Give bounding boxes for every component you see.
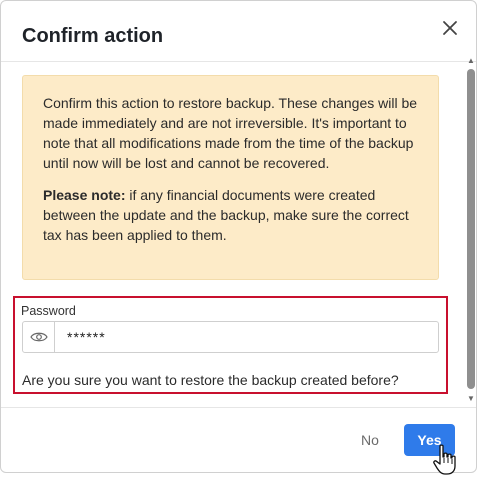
- password-field: [22, 321, 439, 353]
- warning-notice: Confirm this action to restore backup. T…: [22, 75, 439, 280]
- notice-note: Please note: if any financial documents …: [43, 185, 420, 245]
- no-button[interactable]: No: [348, 425, 392, 455]
- password-label: Password: [21, 304, 76, 318]
- scroll-down-icon[interactable]: ▼: [467, 395, 475, 403]
- scrollbar-thumb[interactable]: [467, 69, 475, 389]
- confirm-dialog: Confirm action Confirm this action to re…: [0, 0, 477, 473]
- hand-cursor-icon: [432, 444, 462, 476]
- scrollbar[interactable]: ▲ ▼: [464, 57, 477, 403]
- eye-icon[interactable]: [23, 322, 55, 352]
- dialog-title: Confirm action: [22, 25, 164, 47]
- close-icon[interactable]: [439, 17, 461, 39]
- confirm-question: Are you sure you want to restore the bac…: [22, 372, 399, 388]
- note-label: Please note:: [43, 187, 126, 203]
- header-divider: [1, 61, 476, 62]
- footer-divider: [1, 407, 476, 408]
- scroll-up-icon[interactable]: ▲: [467, 57, 475, 65]
- password-input[interactable]: [55, 322, 438, 352]
- notice-paragraph: Confirm this action to restore backup. T…: [43, 95, 418, 171]
